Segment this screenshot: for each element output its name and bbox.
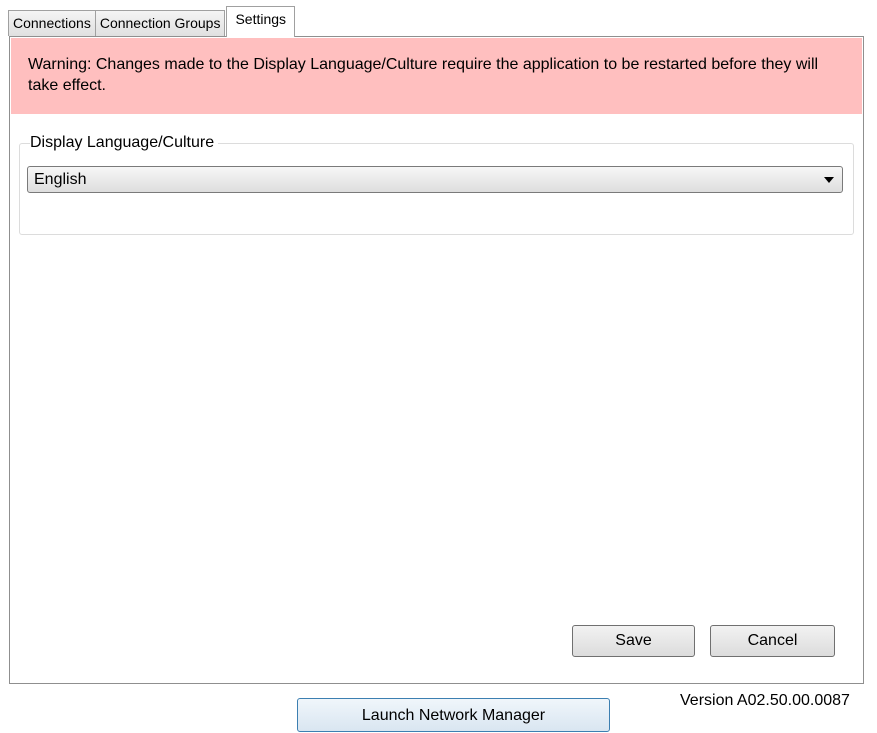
display-language-label: Display Language/Culture — [30, 133, 219, 153]
cancel-button[interactable]: Cancel — [710, 625, 835, 657]
display-language-value: English — [34, 171, 87, 188]
display-language-select[interactable]: English — [27, 166, 843, 193]
chevron-down-icon[interactable] — [824, 177, 834, 183]
tab-connection-groups[interactable]: Connection Groups — [94, 10, 226, 36]
tab-settings[interactable]: Settings — [226, 6, 296, 37]
tab-connections[interactable]: Connections — [8, 10, 96, 36]
version-label: Version A02.50.00.0087 — [680, 692, 850, 709]
restart-warning: Warning: Changes made to the Display Lan… — [11, 38, 862, 114]
launch-network-manager-button[interactable]: Launch Network Manager — [297, 698, 610, 732]
settings-panel: Warning: Changes made to the Display Lan… — [9, 36, 864, 684]
tab-strip: Connections Connection Groups Settings — [8, 6, 296, 37]
save-button[interactable]: Save — [572, 625, 695, 657]
display-language-group: Display Language/Culture English — [19, 133, 854, 235]
